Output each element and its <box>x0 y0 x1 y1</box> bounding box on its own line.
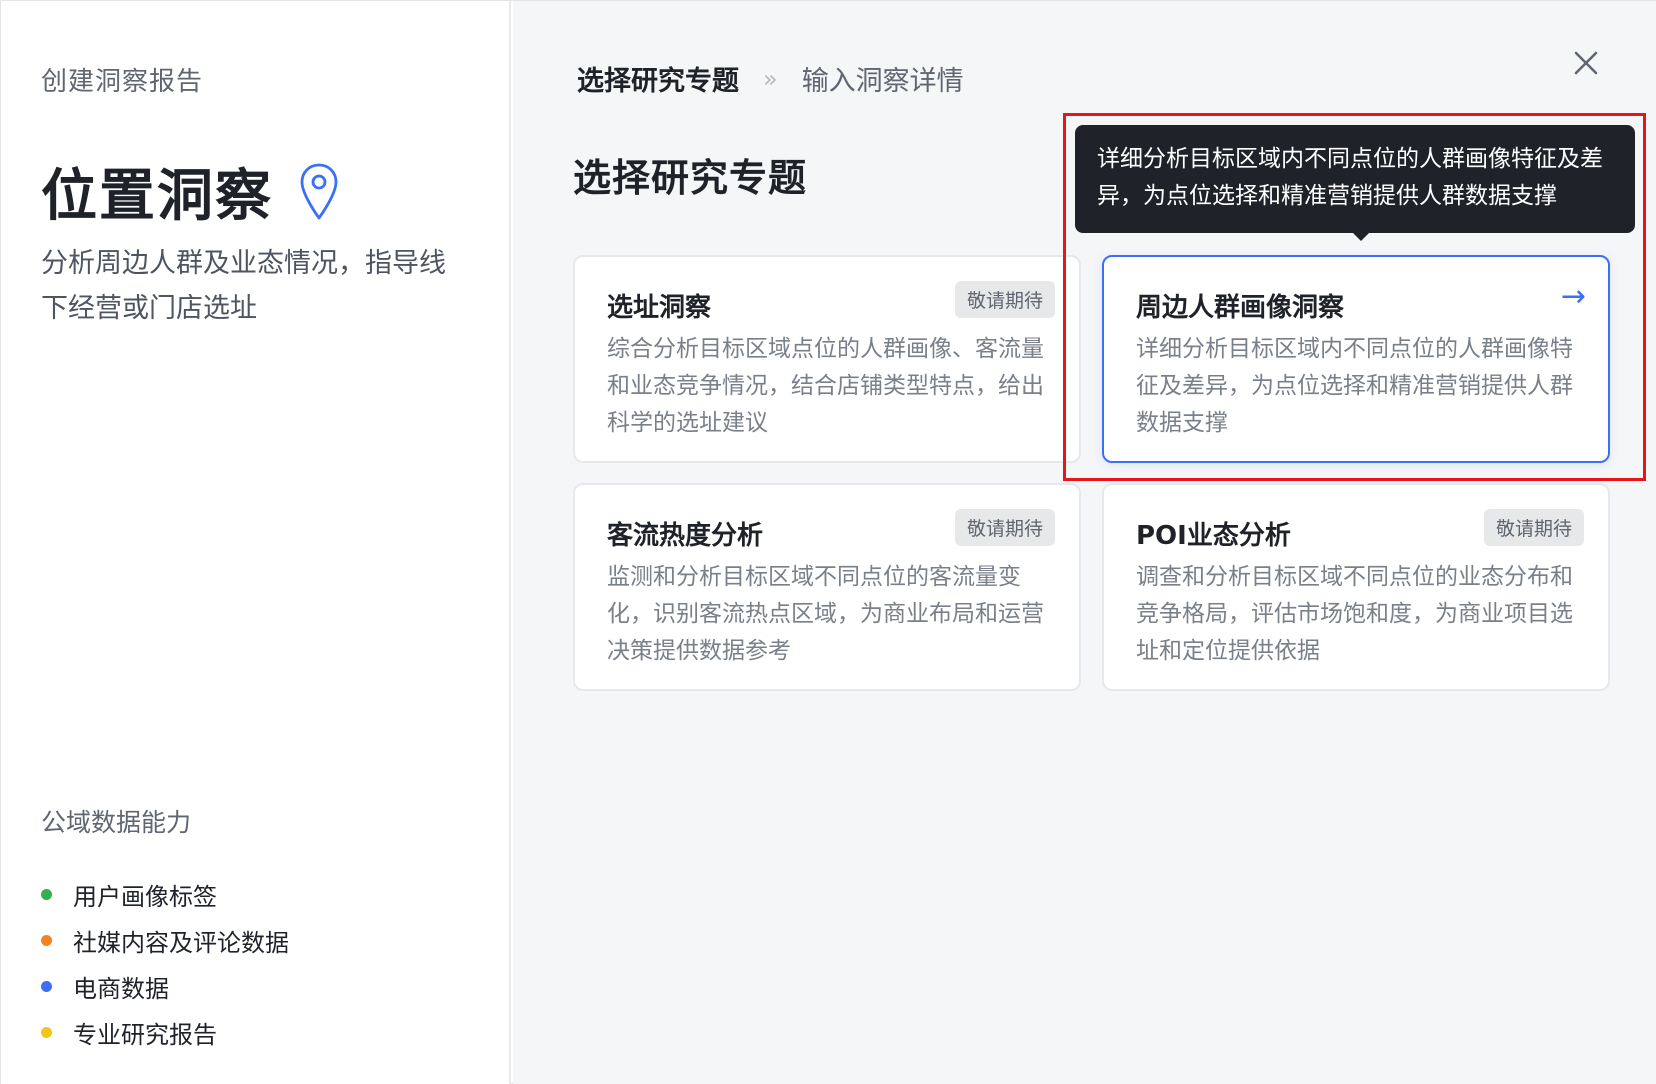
card-description: 综合分析目标区域点位的人群画像、客流量和业态竞争情况，结合店铺类型特点，给出科学… <box>607 336 1044 436</box>
capability-user-profile-tags: 用户画像标签 <box>41 871 289 917</box>
orange-dot-icon <box>41 934 52 946</box>
left-panel: 创建洞察报告 位置洞察 分析周边人群及业态情况，指导线下经营或门店选址 公域数据… <box>1 1 511 1084</box>
card-description: 调查和分析目标区域不同点位的业态分布和竞争格局，评估市场饱和度，为商业项目选址和… <box>1136 564 1573 664</box>
card-description: 监测和分析目标区域不同点位的客流量变化，识别客流热点区域，为商业布局和运营决策提… <box>607 564 1044 664</box>
breadcrumb: 选择研究专题 » 输入洞察详情 <box>577 59 964 98</box>
breadcrumb-step-select-topic[interactable]: 选择研究专题 <box>577 59 739 98</box>
coming-soon-badge: 敬请期待 <box>954 281 1055 318</box>
card-title: 周边人群画像洞察 <box>1136 293 1345 323</box>
location-pin-icon <box>300 163 338 219</box>
card-title: POI业态分析 <box>1136 521 1291 551</box>
topic-card-poi-analysis[interactable]: POI业态分析 敬请期待 调查和分析目标区域不同点位的业态分布和竞争格局，评估市… <box>1102 483 1610 691</box>
page-description: 分析周边人群及业态情况，指导线下经营或门店选址 <box>41 248 446 324</box>
dialog-kicker: 创建洞察报告 <box>41 67 204 97</box>
capability-label: 电商数据 <box>73 974 169 1003</box>
blue-dot-icon <box>41 980 52 992</box>
green-dot-icon <box>41 888 52 900</box>
breadcrumb-step-input-details[interactable]: 输入洞察详情 <box>802 59 964 98</box>
capabilities-title: 公域数据能力 <box>41 808 192 837</box>
right-panel: 选择研究专题 » 输入洞察详情 选择研究专题 选址洞察 敬请期待 综合分析目标区… <box>513 1 1656 1084</box>
topic-card-crowd-profile[interactable]: 周边人群画像洞察 → 详细分析目标区域内不同点位的人群画像特征及差异，为点位选择… <box>1102 255 1610 463</box>
capability-label: 专业研究报告 <box>73 1020 217 1049</box>
create-report-dialog: 创建洞察报告 位置洞察 分析周边人群及业态情况，指导线下经营或门店选址 公域数据… <box>0 0 1656 1084</box>
yellow-dot-icon <box>41 1026 52 1038</box>
capability-research-reports: 专业研究报告 <box>41 1009 289 1055</box>
card-title: 选址洞察 <box>607 293 712 323</box>
topic-card-site-selection[interactable]: 选址洞察 敬请期待 综合分析目标区域点位的人群画像、客流量和业态竞争情况，结合店… <box>573 255 1081 463</box>
breadcrumb-separator-icon: » <box>763 64 778 93</box>
capability-social-media-data: 社媒内容及评论数据 <box>41 917 289 963</box>
page-title: 位置洞察 <box>41 164 273 229</box>
capability-label: 社媒内容及评论数据 <box>73 928 289 957</box>
title-row: 位置洞察 <box>41 151 339 232</box>
capability-ecommerce-data: 电商数据 <box>41 963 289 1009</box>
close-icon[interactable] <box>1568 45 1604 81</box>
capability-label: 用户画像标签 <box>73 882 217 911</box>
topic-card-foot-traffic[interactable]: 客流热度分析 敬请期待 监测和分析目标区域不同点位的客流量变化，识别客流热点区域… <box>573 483 1081 691</box>
card-title: 客流热度分析 <box>607 521 764 551</box>
arrow-right-icon[interactable]: → <box>1561 279 1586 314</box>
card-tooltip: 详细分析目标区域内不同点位的人群画像特征及差异，为点位选择和精准营销提供人群数据… <box>1075 125 1635 233</box>
card-description: 详细分析目标区域内不同点位的人群画像特征及差异，为点位选择和精准营销提供人群数据… <box>1136 336 1573 436</box>
tooltip-caret <box>1351 231 1371 241</box>
coming-soon-badge: 敬请期待 <box>1483 509 1584 546</box>
section-title: 选择研究专题 <box>573 156 808 200</box>
capabilities-list: 用户画像标签 社媒内容及评论数据 电商数据 专业研究报告 <box>41 871 289 1055</box>
coming-soon-badge: 敬请期待 <box>954 509 1055 546</box>
